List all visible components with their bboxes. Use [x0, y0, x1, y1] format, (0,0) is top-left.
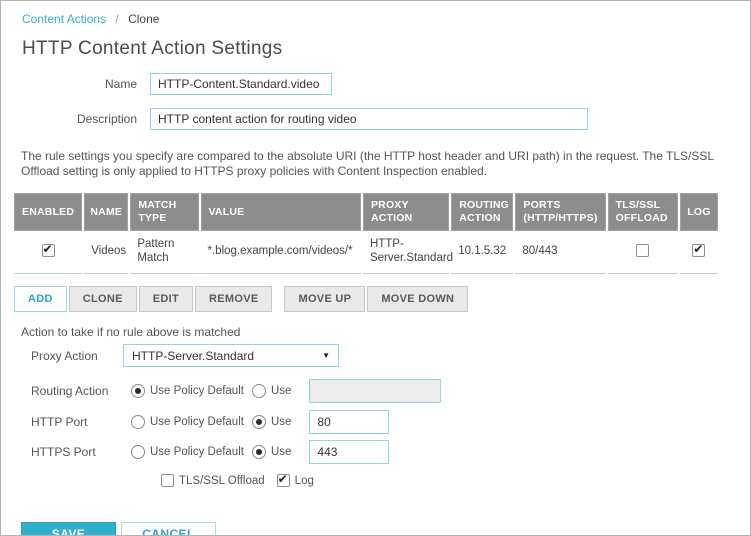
http-port-use-label: Use [271, 416, 291, 428]
default-action-heading: Action to take if no rule above is match… [21, 325, 750, 339]
https-port-label: HTTPS Port [1, 445, 123, 459]
rule-enabled-cell [14, 231, 82, 274]
routing-use-policy-default-radio[interactable] [131, 384, 145, 398]
routing-action-row: Routing Action Use Policy Default Use [1, 379, 750, 403]
http-port-controls: Use Policy Default Use [131, 410, 389, 434]
rule-ports-cell: 80/443 [515, 231, 605, 274]
proxy-action-selected-value: HTTP-Server.Standard [132, 349, 254, 363]
tls-ssl-offload-label: TLS/SSL Offload [179, 475, 265, 487]
https-port-use-policy-default-label: Use Policy Default [150, 446, 244, 458]
col-header-match-type: MATCH TYPE [130, 193, 198, 231]
rule-log-checkbox[interactable] [692, 244, 705, 257]
breadcrumb-link-content-actions[interactable]: Content Actions [22, 12, 106, 26]
routing-action-controls: Use Policy Default Use [131, 379, 441, 403]
col-header-name: NAME [84, 193, 128, 231]
description-field-row: Description [1, 108, 750, 130]
edit-button[interactable]: EDIT [139, 286, 193, 312]
tls-ssl-offload-checkbox[interactable] [161, 474, 174, 487]
routing-use-policy-default-label: Use Policy Default [150, 385, 244, 397]
rule-routing-action-cell: 10.1.5.32 [451, 231, 513, 274]
rule-log-cell [680, 231, 718, 274]
http-port-use-policy-default-radio[interactable] [131, 415, 145, 429]
clone-button[interactable]: CLONE [69, 286, 137, 312]
proxy-action-select[interactable]: HTTP-Server.Standard [123, 344, 339, 367]
description-label: Description [1, 112, 150, 126]
col-header-proxy-action: PROXY ACTION [363, 193, 449, 231]
rule-name-cell: Videos [84, 231, 128, 274]
add-button[interactable]: ADD [14, 286, 67, 312]
https-port-use-radio[interactable] [252, 445, 266, 459]
http-content-action-settings-page: Content Actions / Clone HTTP Content Act… [0, 0, 751, 536]
rule-enabled-checkbox[interactable] [42, 244, 55, 257]
cancel-button[interactable]: CANCEL [121, 522, 216, 536]
col-header-log: LOG [680, 193, 718, 231]
rule-match-type-cell: Pattern Match [130, 231, 198, 274]
breadcrumb: Content Actions / Clone [1, 1, 750, 26]
https-port-use-policy-default-radio[interactable] [131, 445, 145, 459]
proxy-action-row: Proxy Action HTTP-Server.Standard [1, 344, 750, 367]
col-header-enabled: ENABLED [14, 193, 82, 231]
http-port-row: HTTP Port Use Policy Default Use [1, 410, 750, 434]
https-port-input[interactable] [309, 440, 389, 464]
name-field-row: Name [1, 73, 750, 95]
rules-table-header-row: ENABLED NAME MATCH TYPE VALUE PROXY ACTI… [14, 193, 718, 231]
intro-text: The rule settings you specify are compar… [21, 149, 730, 179]
options-row: TLS/SSL Offload Log [161, 474, 750, 487]
col-header-value: VALUE [201, 193, 361, 231]
rule-toolbar: ADD CLONE EDIT REMOVE MOVE UP MOVE DOWN [14, 286, 750, 312]
log-label: Log [295, 475, 314, 487]
chevron-down-icon [322, 351, 330, 360]
col-header-routing-action: ROUTING ACTION [451, 193, 513, 231]
breadcrumb-separator: / [115, 12, 118, 26]
https-port-use-label: Use [271, 446, 291, 458]
https-port-row: HTTPS Port Use Policy Default Use [1, 440, 750, 464]
log-checkbox[interactable] [277, 474, 290, 487]
http-port-input[interactable] [309, 410, 389, 434]
http-port-use-radio[interactable] [252, 415, 266, 429]
proxy-action-label: Proxy Action [1, 349, 123, 363]
table-row[interactable]: Videos Pattern Match *.blog.example.com/… [14, 231, 718, 274]
move-down-button[interactable]: MOVE DOWN [367, 286, 468, 312]
col-header-ports: PORTS (HTTP/HTTPS) [515, 193, 605, 231]
col-header-tls-ssl-offload: TLS/SSL OFFLOAD [608, 193, 678, 231]
name-label: Name [1, 77, 150, 91]
move-up-button[interactable]: MOVE UP [284, 286, 365, 312]
routing-use-input[interactable] [309, 379, 441, 403]
rule-tls-offload-cell [608, 231, 678, 274]
rule-value-cell: *.blog.example.com/videos/* [201, 231, 361, 274]
routing-use-radio[interactable] [252, 384, 266, 398]
save-button[interactable]: SAVE [21, 522, 116, 536]
http-port-use-policy-default-label: Use Policy Default [150, 416, 244, 428]
routing-action-label: Routing Action [1, 384, 123, 398]
name-input[interactable] [150, 73, 332, 95]
rules-table: ENABLED NAME MATCH TYPE VALUE PROXY ACTI… [12, 193, 720, 274]
footer-actions: SAVE CANCEL [21, 522, 750, 536]
page-title: HTTP Content Action Settings [22, 38, 750, 60]
remove-button[interactable]: REMOVE [195, 286, 272, 312]
https-port-controls: Use Policy Default Use [131, 440, 389, 464]
rule-proxy-action-cell: HTTP-Server.Standard [363, 231, 449, 274]
description-input[interactable] [150, 108, 588, 130]
breadcrumb-current: Clone [128, 12, 159, 26]
http-port-label: HTTP Port [1, 415, 123, 429]
rule-tls-offload-checkbox[interactable] [636, 244, 649, 257]
routing-use-label: Use [271, 385, 291, 397]
